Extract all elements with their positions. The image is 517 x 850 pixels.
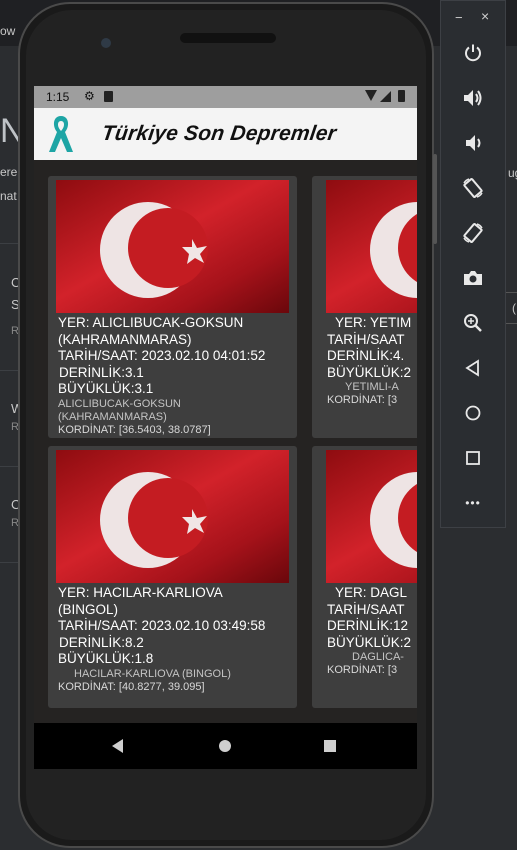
side-button[interactable] — [433, 154, 437, 244]
location-text: HACILAR-KARLIOVA (BINGOL) — [74, 667, 231, 680]
turkish-flag-image — [56, 450, 289, 583]
rotate-left-icon[interactable] — [458, 173, 488, 203]
home-icon[interactable] — [219, 740, 231, 752]
volume-down-icon[interactable] — [458, 128, 488, 158]
side-input[interactable]: ( — [505, 292, 517, 324]
magnitude-label: BÜYÜKLÜK:3.1 — [58, 381, 154, 396]
back-icon[interactable] — [112, 739, 123, 753]
card-details: YER: HACILAR-KARLIOVA (BINGOL) TARİH/SAA… — [58, 585, 290, 694]
device-screen: 1:15 ⚙ Türkiye Son Depremler YER: ALICLI… — [34, 86, 417, 769]
card-details: YER: ALICLIBUCAK-GOKSUN (KAHRAMANMARAS) … — [58, 315, 290, 437]
volume-up-icon[interactable] — [458, 83, 488, 113]
depth-label: DERİNLİK:12 — [327, 618, 409, 633]
earthquake-card[interactable]: YER: DAGL TARİH/SAAT DERİNLİK:12 BÜYÜKLÜ… — [312, 446, 417, 708]
settings-icon: ⚙ — [84, 89, 95, 103]
home-icon[interactable] — [458, 398, 488, 428]
power-icon[interactable] — [458, 38, 488, 68]
coordinates-text: KORDİNAT: [3 — [327, 394, 398, 406]
sd-card-icon — [104, 91, 113, 102]
signal-icon — [380, 91, 391, 102]
overview-icon[interactable] — [324, 740, 336, 752]
turkish-flag-image — [56, 180, 289, 313]
location-text: YETIMLI-A — [345, 381, 399, 393]
magnitude-label: BÜYÜKLÜK:2 — [327, 634, 412, 650]
place-label: YER: YETIM — [335, 315, 412, 330]
datetime-label: TARİH/SAAT — [327, 331, 405, 347]
app-title: Türkiye Son Depremler — [100, 122, 338, 145]
minimize-button[interactable]: − — [455, 10, 463, 25]
back-icon[interactable] — [458, 353, 488, 383]
datetime-label: TARİH/SAAT — [327, 601, 405, 617]
rotate-right-icon[interactable] — [458, 218, 488, 248]
status-bar: 1:15 ⚙ — [34, 86, 417, 108]
datetime-label: TARİH/SAAT: 2023.02.10 04:01:52 — [58, 348, 266, 363]
app-bar: Türkiye Son Depremler — [34, 108, 417, 160]
magnitude-label: BÜYÜKLÜK:1.8 — [58, 651, 154, 666]
turkish-flag-image — [326, 450, 417, 583]
magnitude-label: BÜYÜKLÜK:2 — [327, 364, 412, 380]
location-text: DAGLICA- — [352, 651, 404, 663]
depth-label: DERİNLİK:4. — [327, 348, 405, 363]
coordinates-text: KORDİNAT: [40.8277, 39.095] — [58, 680, 205, 693]
clock: 1:15 — [46, 90, 70, 104]
place-label: YER: DAGL — [335, 585, 408, 600]
earthquake-card[interactable]: YER: HACILAR-KARLIOVA (BINGOL) TARİH/SAA… — [48, 446, 297, 708]
earthquake-grid[interactable]: YER: ALICLIBUCAK-GOKSUN (KAHRAMANMARAS) … — [34, 160, 417, 723]
depth-label: DERİNLİK:8.2 — [59, 634, 144, 650]
more-icon[interactable]: ••• — [458, 488, 488, 518]
text-fragment: ere — [0, 165, 18, 179]
turkish-flag-image — [326, 180, 417, 313]
emulator-titlebar: − × — [441, 1, 505, 31]
navigation-bar — [34, 723, 417, 769]
coordinates-text: KORDİNAT: [3 — [327, 664, 398, 676]
text-fragment: nat — [0, 189, 17, 203]
battery-icon — [398, 90, 405, 102]
tab-fragment: ow — [0, 24, 16, 38]
location-text: ALICLIBUCAK-GOKSUN — [58, 397, 181, 410]
awareness-ribbon-icon — [49, 116, 73, 152]
earpiece-speaker — [180, 33, 276, 43]
overview-icon[interactable] — [458, 443, 488, 473]
front-camera — [101, 38, 111, 48]
place-label: YER: HACILAR-KARLIOVA — [58, 585, 223, 600]
camera-icon[interactable] — [458, 263, 488, 293]
place-label: YER: ALICLIBUCAK-GOKSUN — [58, 315, 244, 330]
place-region: (BINGOL) — [58, 601, 119, 617]
text-fragment: ug — [508, 166, 517, 180]
wifi-icon — [365, 90, 377, 101]
emulator-toolbar: − × ••• — [440, 0, 506, 528]
earthquake-card[interactable]: YER: YETIM TARİH/SAAT DERİNLİK:4. BÜYÜKL… — [312, 176, 417, 438]
depth-label: DERİNLİK:3.1 — [59, 364, 144, 380]
earthquake-card[interactable]: YER: ALICLIBUCAK-GOKSUN (KAHRAMANMARAS) … — [48, 176, 297, 438]
location-region: (KAHRAMANMARAS) — [58, 410, 167, 423]
place-region: (KAHRAMANMARAS) — [58, 331, 192, 347]
datetime-label: TARİH/SAAT: 2023.02.10 03:49:58 — [58, 618, 266, 633]
coordinates-text: KORDİNAT: [36.5403, 38.0787] — [58, 423, 211, 436]
card-details: YER: DAGL TARİH/SAAT DERİNLİK:12 BÜYÜKLÜ… — [327, 585, 417, 677]
zoom-icon[interactable] — [458, 308, 488, 338]
close-button[interactable]: × — [481, 8, 489, 24]
card-details: YER: YETIM TARİH/SAAT DERİNLİK:4. BÜYÜKL… — [327, 315, 417, 407]
